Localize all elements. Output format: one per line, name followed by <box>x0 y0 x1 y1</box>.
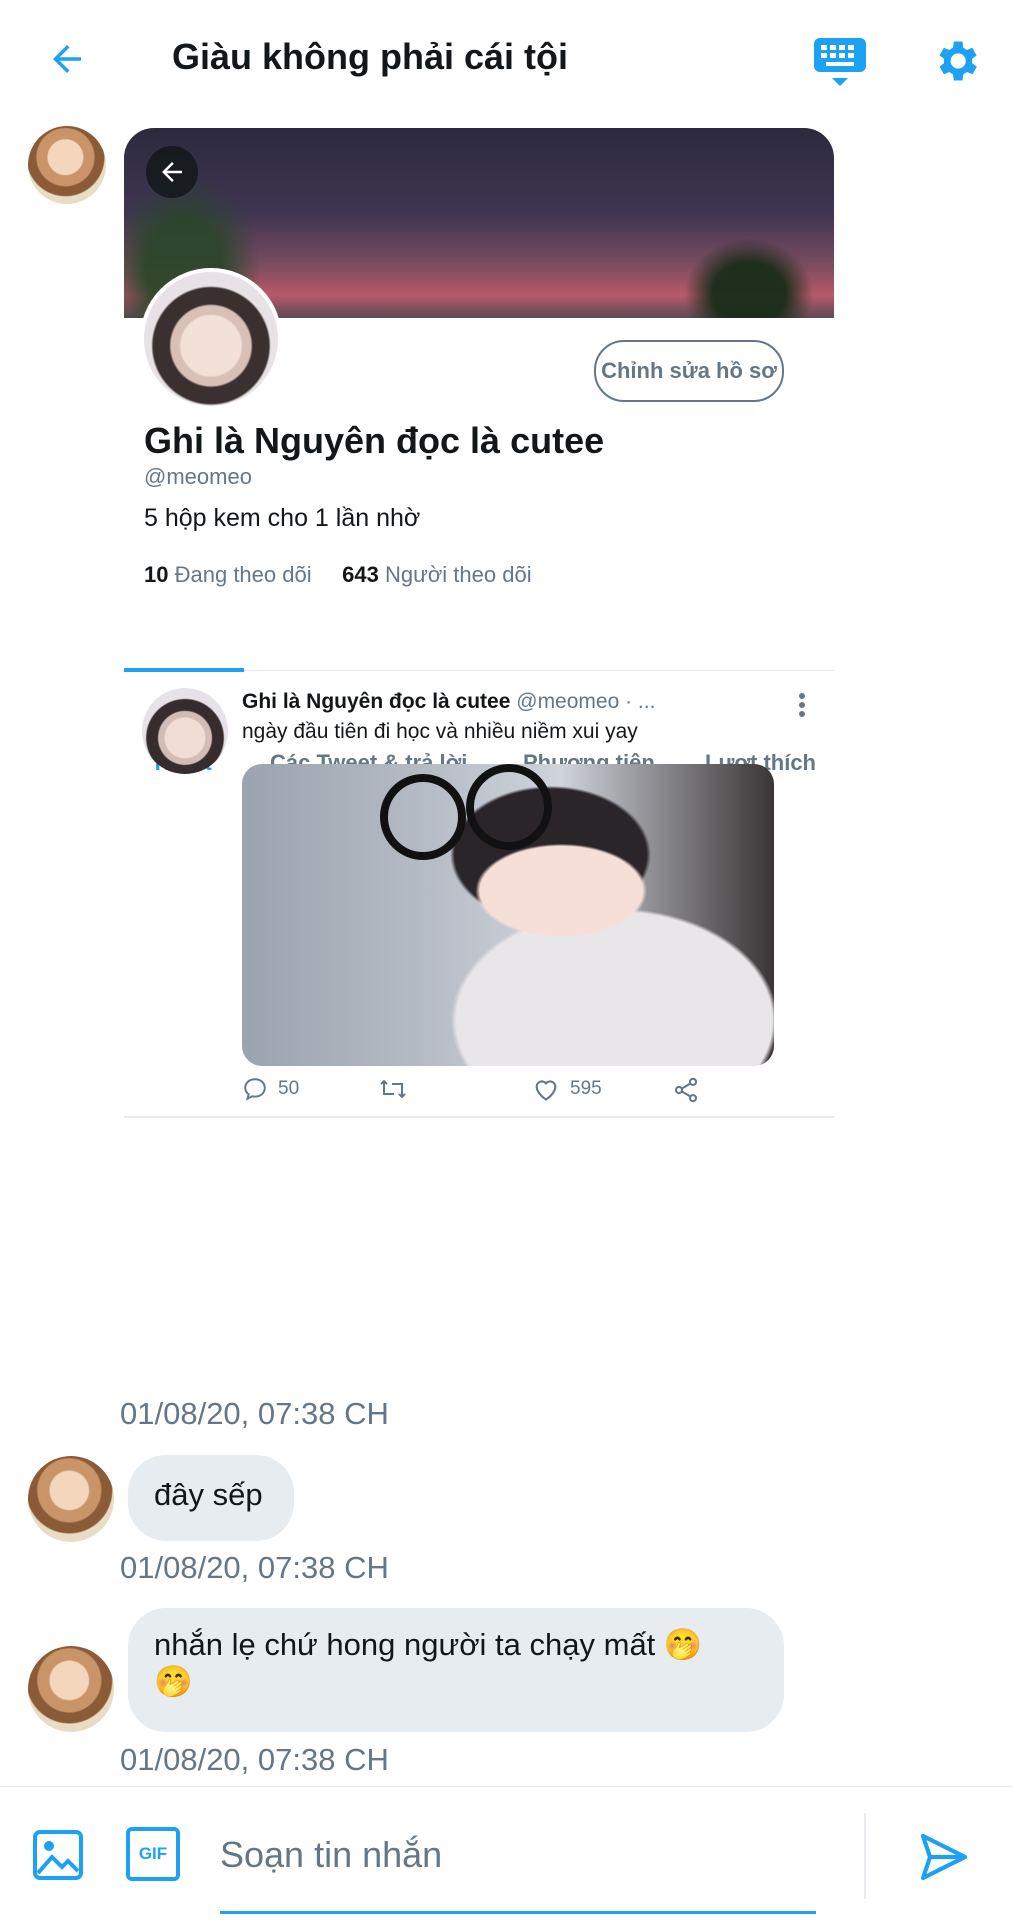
gear-icon <box>939 41 977 81</box>
retweet-icon <box>380 1079 406 1099</box>
sender-avatar[interactable] <box>28 126 106 204</box>
conversation-header: Giàu không phải cái tội <box>0 0 1013 120</box>
edit-profile-button[interactable]: Chỉnh sửa hồ sơ <box>594 340 784 402</box>
back-button[interactable] <box>38 30 96 88</box>
settings-button[interactable] <box>925 30 987 92</box>
message-bubble[interactable]: đây sếp <box>128 1455 294 1541</box>
like-count: 595 <box>570 1078 602 1099</box>
add-gif-button[interactable]: GIF <box>126 1827 180 1881</box>
tweet-author-name: Ghi là Nguyên đọc là cutee <box>242 690 511 713</box>
active-tab-indicator <box>124 668 244 672</box>
photo-detail-glasses-left <box>380 774 466 860</box>
more-vertical-icon <box>799 693 805 717</box>
following-label[interactable]: Đang theo dõi <box>175 562 312 587</box>
composer-separator <box>864 1813 866 1899</box>
message-text-line: 🤭 <box>154 1664 193 1699</box>
like-action[interactable]: 595 <box>532 1076 602 1102</box>
message-bubble[interactable]: nhắn lẹ chứ hong người ta chạy mất 🤭 🤭 <box>128 1608 784 1732</box>
tweet-actions: 50 595 <box>242 1076 762 1116</box>
followers-count[interactable]: 643 <box>342 562 379 587</box>
conversation-title: Giàu không phải cái tội <box>172 36 569 77</box>
shared-profile-card[interactable]: Chỉnh sửa hồ sơ Ghi là Nguyên đọc là cut… <box>124 128 834 1118</box>
arrow-left-icon <box>53 45 81 73</box>
profile-avatar[interactable] <box>140 268 282 410</box>
heart-icon <box>535 1080 557 1101</box>
photo-detail-glasses-right <box>466 764 552 850</box>
reply-action[interactable]: 50 <box>242 1076 299 1102</box>
profile-bio: 5 hộp kem cho 1 lần nhờ <box>144 504 421 532</box>
message-timestamp: 01/08/20, 07:38 CH <box>120 1550 389 1585</box>
profile-tabs: Tweet Các Tweet & trả lời Phương tiện Lư… <box>124 608 834 775</box>
share-icon <box>674 1077 698 1103</box>
profile-name: Ghi là Nguyên đọc là cutee <box>144 420 605 461</box>
tweet-more-button[interactable] <box>792 690 812 720</box>
reply-count: 50 <box>278 1078 300 1099</box>
sender-avatar[interactable] <box>28 1646 114 1732</box>
card-back-button[interactable] <box>146 146 198 198</box>
message-input-underline <box>220 1911 816 1914</box>
message-composer: GIF <box>0 1786 1013 1921</box>
retweet-action[interactable] <box>378 1076 408 1102</box>
keyboard-icon <box>814 38 866 86</box>
message-input[interactable] <box>220 1825 814 1885</box>
reply-icon <box>244 1078 266 1101</box>
tweet-header: Ghi là Nguyên đọc là cutee @meomeo · ... <box>242 690 655 714</box>
tweet-divider <box>124 1116 834 1118</box>
banner-tree-right <box>684 238 814 318</box>
tweet-author-avatar[interactable] <box>142 688 228 774</box>
tweet-photo[interactable] <box>242 764 774 1066</box>
send-button[interactable] <box>916 1829 972 1885</box>
share-action[interactable] <box>672 1076 700 1104</box>
message-timestamp: 01/08/20, 07:38 CH <box>120 1396 389 1431</box>
follow-stats: 10 Đang theo dõi 643 Người theo dõi <box>144 562 532 588</box>
add-photo-button[interactable] <box>32 1829 84 1881</box>
followers-label[interactable]: Người theo dõi <box>385 562 532 587</box>
message-timestamp: 01/08/20, 07:38 CH <box>120 1742 389 1777</box>
image-icon <box>33 1830 83 1880</box>
following-count[interactable]: 10 <box>144 562 168 587</box>
profile-handle: @meomeo <box>144 464 252 489</box>
sender-avatar[interactable] <box>28 1456 114 1542</box>
keyboard-button[interactable] <box>812 36 868 90</box>
message-text-line: nhắn lẹ chứ hong người ta chạy mất 🤭 <box>154 1627 703 1662</box>
tweet-author-handle: @meomeo · ... <box>516 690 656 713</box>
tweet-text: ngày đầu tiên đi học và nhiều niềm xui y… <box>242 720 638 743</box>
arrow-left-icon <box>162 162 182 182</box>
send-icon <box>920 1833 968 1881</box>
